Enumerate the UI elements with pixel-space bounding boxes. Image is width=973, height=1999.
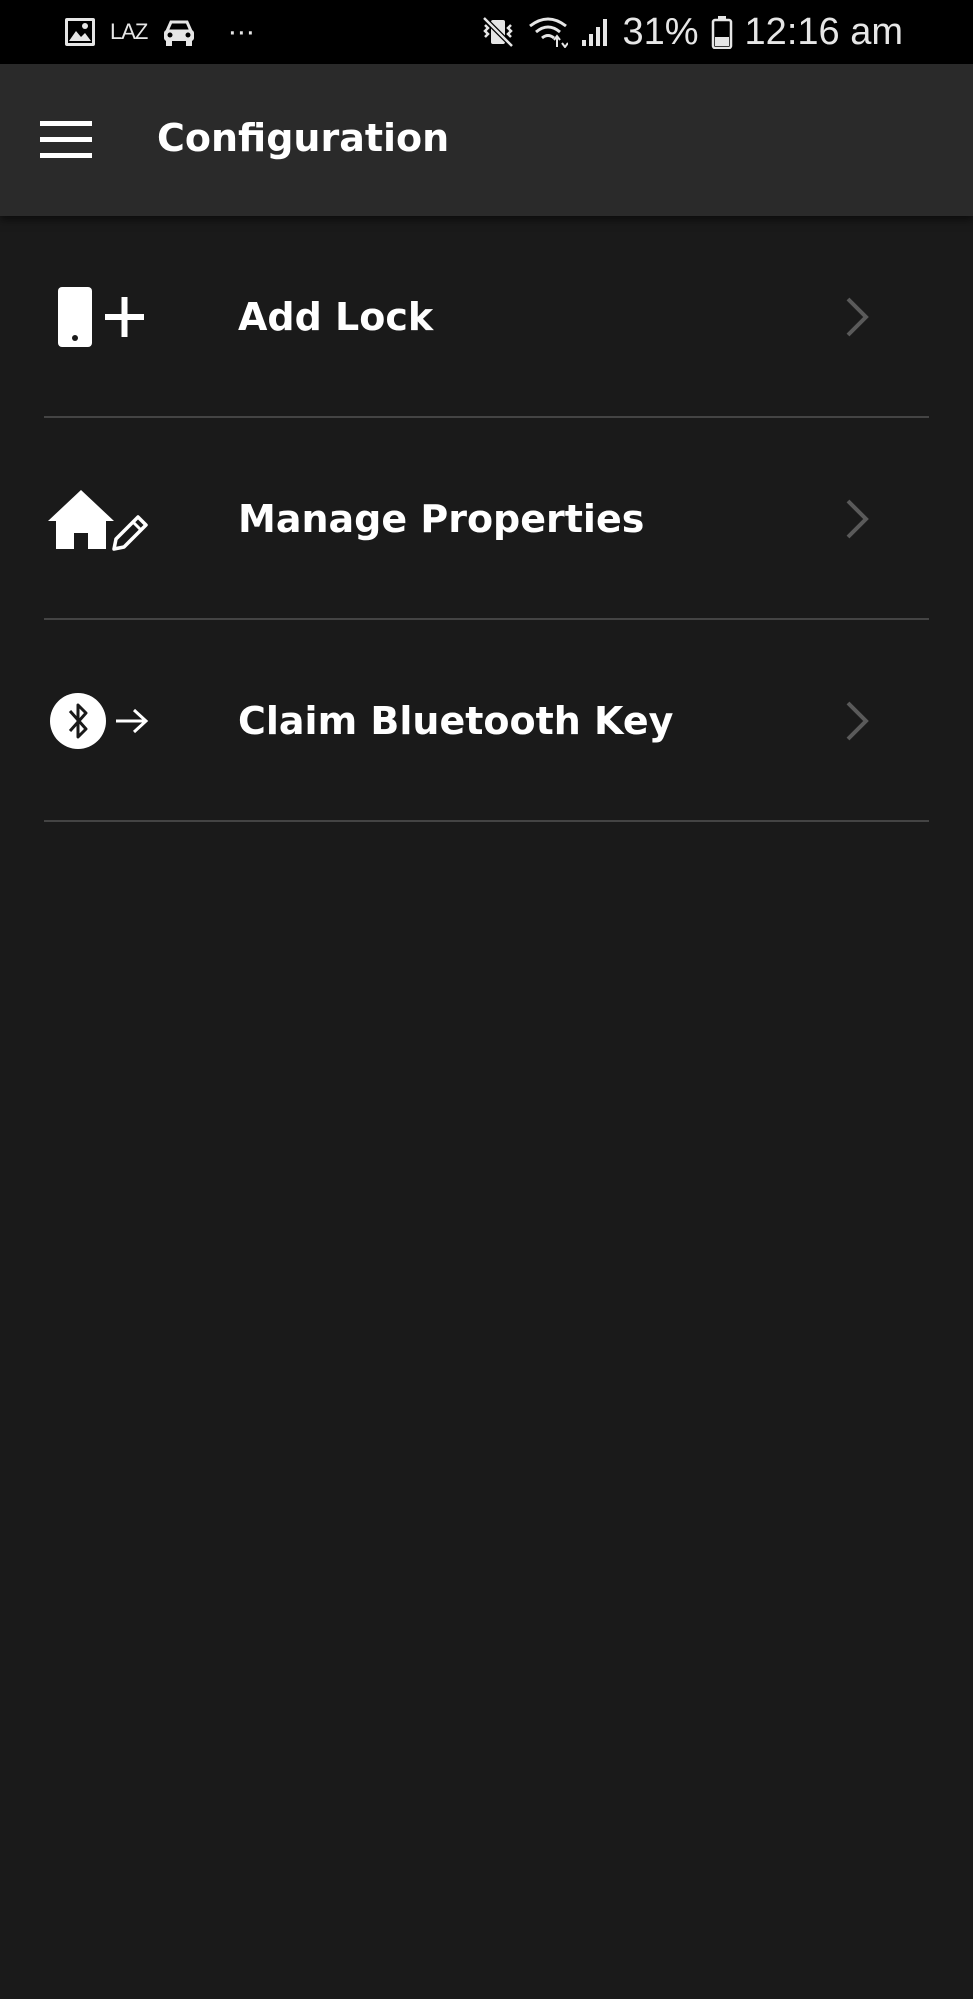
menu-item-label: Manage Properties [238, 497, 645, 541]
add-lock-icon [58, 287, 144, 347]
app-bar: Configuration [0, 64, 973, 216]
bluetooth-claim-icon [50, 693, 149, 749]
menu-item-add-lock[interactable]: Add Lock [0, 216, 973, 418]
status-left: LAZ ··· [64, 0, 255, 64]
menu-item-manage-properties[interactable]: Manage Properties [0, 418, 973, 620]
battery-percent: 31% [622, 10, 699, 53]
page-title: Configuration [157, 116, 450, 160]
status-right: 31% 12:16 am [480, 0, 903, 64]
menu-item-label: Claim Bluetooth Key [238, 699, 674, 743]
laz-icon: LAZ [110, 19, 148, 44]
divider [44, 820, 929, 822]
more-dots-icon: ··· [227, 15, 255, 48]
image-icon [65, 18, 95, 46]
vibrate-mute-icon [482, 16, 515, 48]
battery-icon [711, 16, 732, 49]
menu-item-label: Add Lock [238, 295, 434, 339]
chevron-right-icon [846, 297, 869, 337]
hamburger-menu-icon[interactable] [38, 119, 94, 161]
configuration-menu: Add Lock Manage Properties Claim Bluetoo… [0, 216, 973, 822]
car-icon [164, 20, 195, 46]
menu-item-claim-bluetooth-key[interactable]: Claim Bluetooth Key [0, 620, 973, 822]
house-edit-icon [48, 490, 148, 551]
wifi-icon [529, 17, 569, 48]
clock-time: 12:16 am [744, 10, 903, 53]
status-bar: LAZ ··· 31% 12:16 am [0, 0, 973, 64]
chevron-right-icon [846, 701, 869, 741]
chevron-right-icon [846, 499, 869, 539]
signal-icon [582, 19, 608, 46]
